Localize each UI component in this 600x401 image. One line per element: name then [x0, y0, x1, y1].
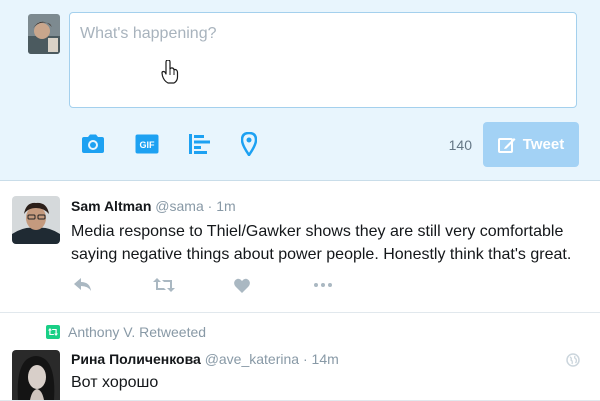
separator-dot: · — [207, 198, 213, 214]
avatar[interactable] — [12, 350, 60, 400]
composer-avatar[interactable] — [28, 14, 60, 54]
retweet-context-icon — [46, 325, 60, 342]
tweet-button-label: Tweet — [522, 136, 565, 153]
tweet-timestamp[interactable]: 1m — [216, 198, 235, 214]
compose-tweet-input[interactable] — [69, 12, 577, 108]
location-icon[interactable] — [236, 131, 262, 157]
more-icon[interactable] — [313, 275, 333, 295]
tweet-text: Media response to Thiel/Gawker shows the… — [71, 223, 572, 263]
separator-dot: · — [302, 351, 308, 367]
globe-icon — [566, 353, 580, 367]
retweet-context: Anthony V. Retweeted — [46, 324, 206, 342]
tweet-text: Вот хорошо — [71, 374, 159, 391]
author-handle[interactable]: @sama — [155, 198, 203, 214]
reply-icon[interactable] — [73, 275, 93, 295]
compose-icon — [497, 137, 516, 153]
author-fullname[interactable]: Рина Поличенкова — [71, 351, 201, 367]
tweet-header: Sam Altman @sama · 1m — [71, 198, 236, 214]
tweet-timestamp[interactable]: 14m — [312, 351, 339, 367]
avatar[interactable] — [12, 196, 60, 244]
tweet-button[interactable]: Tweet — [483, 122, 579, 167]
gif-icon[interactable]: GIF — [134, 131, 160, 157]
tweet[interactable]: Anthony V. Retweeted Рина Поличенкова @a… — [0, 313, 600, 401]
camera-icon[interactable] — [80, 131, 106, 157]
svg-text:GIF: GIF — [140, 140, 156, 150]
hand-cursor-icon — [161, 60, 179, 84]
character-counter: 140 — [448, 137, 472, 153]
author-handle[interactable]: @ave_katerina — [205, 351, 299, 367]
tweet-composer: GIF 140 Tweet — [0, 0, 600, 181]
retweet-context-text[interactable]: Anthony V. Retweeted — [68, 324, 206, 340]
tweet-header: Рина Поличенкова @ave_katerina · 14m — [71, 351, 339, 367]
poll-icon[interactable] — [187, 131, 213, 157]
retweet-icon[interactable] — [152, 275, 176, 295]
like-icon[interactable] — [233, 275, 251, 295]
author-fullname[interactable]: Sam Altman — [71, 198, 151, 214]
